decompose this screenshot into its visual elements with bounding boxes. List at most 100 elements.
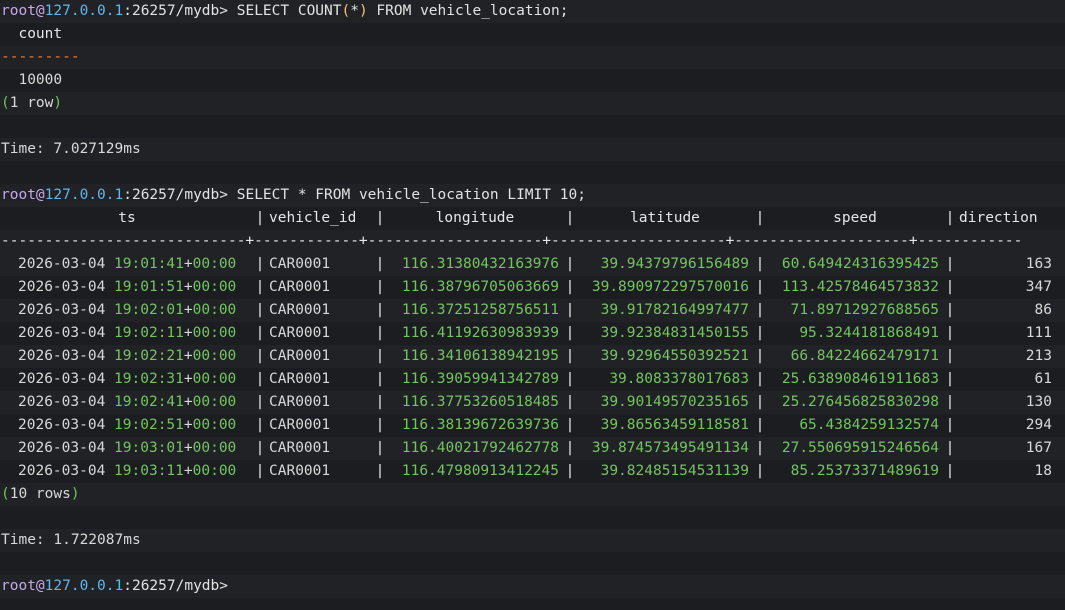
ts-date: 2026-03-04: [18, 417, 106, 433]
prompt-line-2: root@127.0.0.1:26257/mydb> SELECT * FROM…: [0, 184, 1065, 207]
ts-tz: 00:00: [192, 463, 237, 479]
cell-vehicle-id: CAR0001: [269, 417, 331, 433]
column-divider: |: [755, 210, 765, 226]
timing-text: Time: 1.722087ms: [1, 532, 141, 548]
column-divider: |: [755, 394, 765, 410]
prompt-port-db: :26257/mydb>: [123, 3, 228, 19]
cell-speed: 85.25373371489619: [790, 463, 939, 479]
cell-speed: 65.4384259132574: [799, 417, 939, 433]
column-divider: |: [755, 325, 765, 341]
cell-vehicle-id: CAR0001: [269, 348, 331, 364]
row-count-2: (10 rows): [0, 483, 1065, 506]
column-divider: |: [755, 463, 765, 479]
ts-tz: 00:00: [192, 440, 237, 456]
column-divider: |: [755, 279, 765, 295]
row-count-paren-open: (: [1, 486, 10, 502]
column-divider: |: [565, 394, 575, 410]
ts-plus: +: [183, 463, 193, 479]
column-header-direction: direction: [959, 210, 1038, 226]
cell-vehicle-id: CAR0001: [269, 463, 331, 479]
cell-latitude: 39.94379796156489: [600, 256, 749, 272]
prompt-host: 127.0.0.1: [44, 578, 124, 594]
column-divider: |: [565, 440, 575, 456]
sql-query-1b: FROM vehicle_location;: [367, 3, 569, 19]
column-divider: |: [945, 325, 955, 341]
prompt-host: 127.0.0.1: [44, 187, 124, 203]
column-divider: |: [565, 279, 575, 295]
sql-paren-close: ): [358, 3, 368, 19]
cell-longitude: 116.40021792462778: [401, 440, 559, 456]
timing-text: Time: 7.027129ms: [1, 141, 141, 157]
column-divider: |: [945, 394, 955, 410]
ts-plus: +: [183, 348, 193, 364]
cell-ts: 2026-03-04 19:02:51+00:00: [1, 414, 253, 437]
result-header-count: count: [0, 23, 1065, 46]
cell-latitude: 39.874573495491134: [591, 440, 749, 456]
sql-query-2: SELECT * FROM vehicle_location LIMIT 10;: [228, 187, 586, 203]
blank-line: [0, 115, 1065, 138]
result-separator-1: ---------: [0, 46, 1065, 69]
cell-direction: 347: [1025, 279, 1052, 295]
table-row: 2026-03-04 19:02:21+00:00 | CAR0001 | 116.34…: [0, 345, 1065, 368]
column-divider: |: [565, 417, 575, 433]
timing-line-1: Time: 7.027129ms: [0, 138, 1065, 161]
cell-direction: 294: [1025, 417, 1052, 433]
column-divider: |: [255, 325, 265, 341]
column-divider: |: [255, 348, 265, 364]
cell-vehicle-id: CAR0001: [269, 279, 331, 295]
column-divider: |: [375, 279, 385, 295]
cell-speed: 27.550695915246564: [781, 440, 939, 456]
column-divider: |: [565, 256, 575, 272]
cell-direction: 61: [1034, 371, 1052, 387]
cell-latitude: 39.86563459118581: [600, 417, 749, 433]
cell-speed: 71.89712927688565: [790, 302, 939, 318]
column-divider: |: [755, 302, 765, 318]
cell-direction: 163: [1025, 256, 1052, 272]
ts-tz: 00:00: [192, 302, 237, 318]
cell-longitude: 116.38139672639736: [401, 417, 559, 433]
cell-direction: 213: [1025, 348, 1052, 364]
cell-longitude: 116.39059941342789: [401, 371, 559, 387]
cell-vehicle-id: CAR0001: [269, 325, 331, 341]
blank-line: [0, 161, 1065, 184]
column-header-ts: ts: [118, 210, 136, 226]
column-divider: |: [255, 417, 265, 433]
ts-time: 19:02:51: [114, 417, 184, 433]
cell-longitude: 116.37251258756511: [401, 302, 559, 318]
table-row: 2026-03-04 19:03:01+00:00 | CAR0001 | 116.40…: [0, 437, 1065, 460]
terminal-window[interactable]: root@127.0.0.1:26257/mydb> SELECT COUNT(…: [0, 0, 1065, 610]
ts-tz: 00:00: [192, 279, 237, 295]
timing-line-2: Time: 1.722087ms: [0, 529, 1065, 552]
cell-ts: 2026-03-04 19:03:11+00:00: [1, 460, 253, 483]
ts-date: 2026-03-04: [18, 394, 106, 410]
table-separator-dashes: ----------------------------+-----------…: [1, 233, 1023, 249]
column-divider: |: [565, 463, 575, 479]
sql-paren-open: (: [341, 3, 351, 19]
ts-date: 2026-03-04: [18, 440, 106, 456]
cell-vehicle-id: CAR0001: [269, 302, 331, 318]
table-separator: ----------------------------+-----------…: [0, 230, 1065, 253]
column-divider: |: [255, 279, 265, 295]
cell-latitude: 39.8083378017683: [609, 371, 749, 387]
column-divider: |: [565, 210, 575, 226]
column-divider: |: [755, 256, 765, 272]
cell-latitude: 39.92384831450155: [600, 325, 749, 341]
ts-tz: 00:00: [192, 394, 237, 410]
cell-direction: 86: [1034, 302, 1052, 318]
cell-ts: 2026-03-04 19:01:41+00:00: [1, 253, 253, 276]
ts-date: 2026-03-04: [18, 256, 106, 272]
column-divider: |: [375, 440, 385, 456]
cell-vehicle-id: CAR0001: [269, 440, 331, 456]
column-divider: |: [375, 302, 385, 318]
terminal-output: root@127.0.0.1:26257/mydb> SELECT COUNT(…: [0, 0, 1065, 598]
prompt-port-db: :26257/mydb>: [123, 187, 228, 203]
prompt-line-3[interactable]: root@127.0.0.1:26257/mydb>: [0, 575, 1065, 598]
column-divider: |: [945, 256, 955, 272]
sql-star: *: [350, 3, 359, 19]
table-header-row: ts | vehicle_id | longitude | latitude | speed | d…: [0, 207, 1065, 230]
row-count-paren-close: ): [53, 95, 63, 111]
column-divider: |: [945, 210, 955, 226]
column-header-vehicle-id: vehicle_id: [269, 210, 357, 226]
cell-latitude: 39.91782164997477: [600, 302, 749, 318]
column-divider: |: [255, 210, 265, 226]
